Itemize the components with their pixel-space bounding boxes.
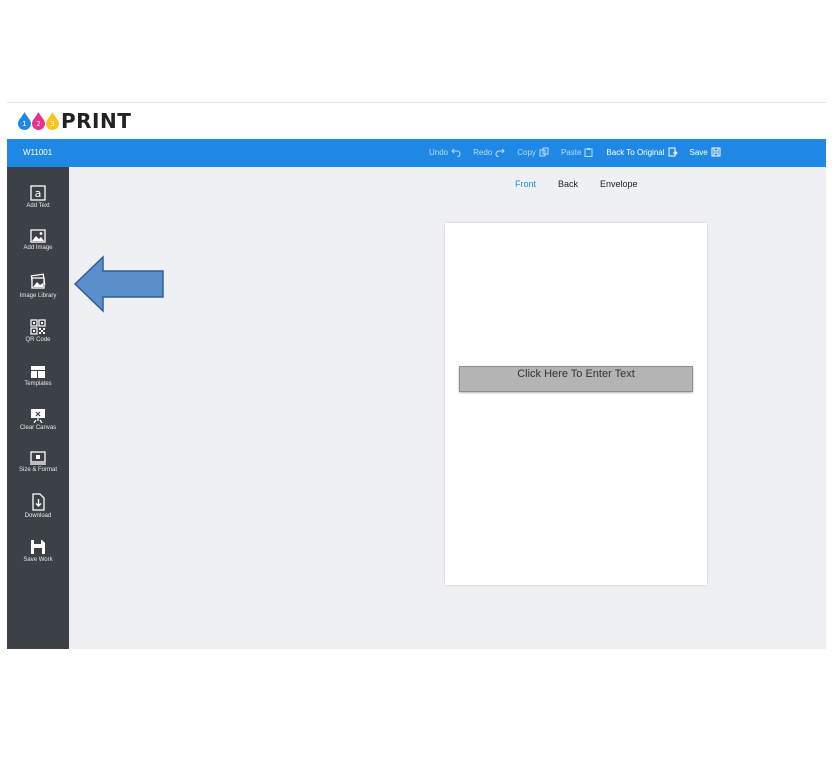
svg-text:3: 3 [50, 120, 54, 128]
sidebar-item-add-text[interactable]: a Add Text [7, 185, 69, 209]
design-app: 1 2 3 PRINT W11001 Undo Redo Copy Paste … [7, 102, 826, 649]
pointer-arrow-icon [73, 255, 164, 313]
download-icon [32, 493, 45, 511]
sidebar-item-download[interactable]: Download [7, 493, 69, 519]
sidebar-item-label: Add Text [26, 203, 50, 209]
copy-label: Copy [517, 147, 536, 157]
svg-text:1: 1 [22, 120, 26, 128]
svg-text:a: a [35, 187, 42, 200]
sidebar-item-label: Clear Canvas [19, 425, 57, 431]
image-library-icon [30, 273, 46, 289]
sidebar-item-image-library[interactable]: Image Library [7, 273, 69, 299]
paste-button[interactable]: Paste [561, 147, 594, 157]
text-placeholder-box[interactable]: Click Here To Enter Text [459, 366, 693, 392]
clear-canvas-icon [31, 409, 45, 423]
save-button[interactable]: Save [690, 147, 721, 157]
sidebar-item-label: Templates [24, 381, 52, 387]
logo[interactable]: 1 2 3 PRINT [17, 109, 131, 133]
sidebar-item-label: Save Work [23, 557, 53, 563]
tab-back[interactable]: Back [558, 179, 578, 189]
qr-code-icon [30, 319, 46, 335]
sidebar: a Add Text Add Image Image Library QR Co… [7, 167, 69, 649]
sidebar-item-add-image[interactable]: Add Image [7, 229, 69, 251]
sidebar-item-size-format[interactable]: Size & Format [7, 451, 69, 473]
design-canvas[interactable]: Click Here To Enter Text [445, 223, 707, 585]
sidebar-item-label: Size & Format [18, 467, 57, 473]
copy-button[interactable]: Copy [517, 147, 549, 157]
sidebar-item-label: Download [24, 513, 52, 519]
tab-front[interactable]: Front [515, 179, 536, 189]
copy-icon [539, 147, 549, 157]
ink-drop-blue-icon: 1 [17, 112, 32, 130]
save-icon [711, 147, 721, 157]
back-to-original-button[interactable]: Back To Original [606, 147, 678, 157]
tab-envelope[interactable]: Envelope [600, 179, 638, 189]
sidebar-item-label: Image Library [19, 293, 57, 299]
sidebar-item-label: Add Image [23, 245, 53, 251]
paste-icon [584, 147, 594, 157]
undo-label: Undo [429, 147, 449, 157]
sidebar-item-templates[interactable]: Templates [7, 365, 69, 387]
size-format-icon [30, 451, 46, 465]
back-to-original-label: Back To Original [606, 147, 665, 157]
ink-drop-yellow-icon: 3 [45, 112, 60, 130]
svg-text:2: 2 [36, 120, 40, 128]
sidebar-item-label: QR Code [25, 337, 51, 343]
add-image-icon [30, 229, 46, 243]
redo-icon [495, 147, 505, 158]
paste-label: Paste [560, 147, 582, 157]
undo-icon [451, 147, 461, 158]
redo-label: Redo [473, 147, 493, 157]
templates-icon [31, 366, 45, 378]
logo-bar: 1 2 3 PRINT [7, 103, 826, 139]
top-toolbar: W11001 Undo Redo Copy Paste Back To Orig… [7, 139, 826, 167]
add-text-icon: a [30, 185, 46, 201]
back-to-original-icon [668, 147, 678, 157]
sidebar-item-save-work[interactable]: Save Work [7, 539, 69, 563]
ink-drop-magenta-icon: 2 [31, 112, 46, 130]
sidebar-item-qr-code[interactable]: QR Code [7, 319, 69, 343]
edit-toolbar: Undo Redo Copy Paste Back To Original Sa… [429, 147, 733, 158]
undo-button[interactable]: Undo [429, 147, 461, 158]
save-label: Save [689, 147, 708, 157]
logo-text: PRINT [61, 109, 132, 133]
side-tabs: Front Back Envelope [515, 179, 660, 189]
redo-button[interactable]: Redo [473, 147, 505, 158]
document-id: W11001 [23, 148, 53, 157]
sidebar-item-clear-canvas[interactable]: Clear Canvas [7, 407, 69, 431]
save-work-icon [31, 540, 45, 554]
